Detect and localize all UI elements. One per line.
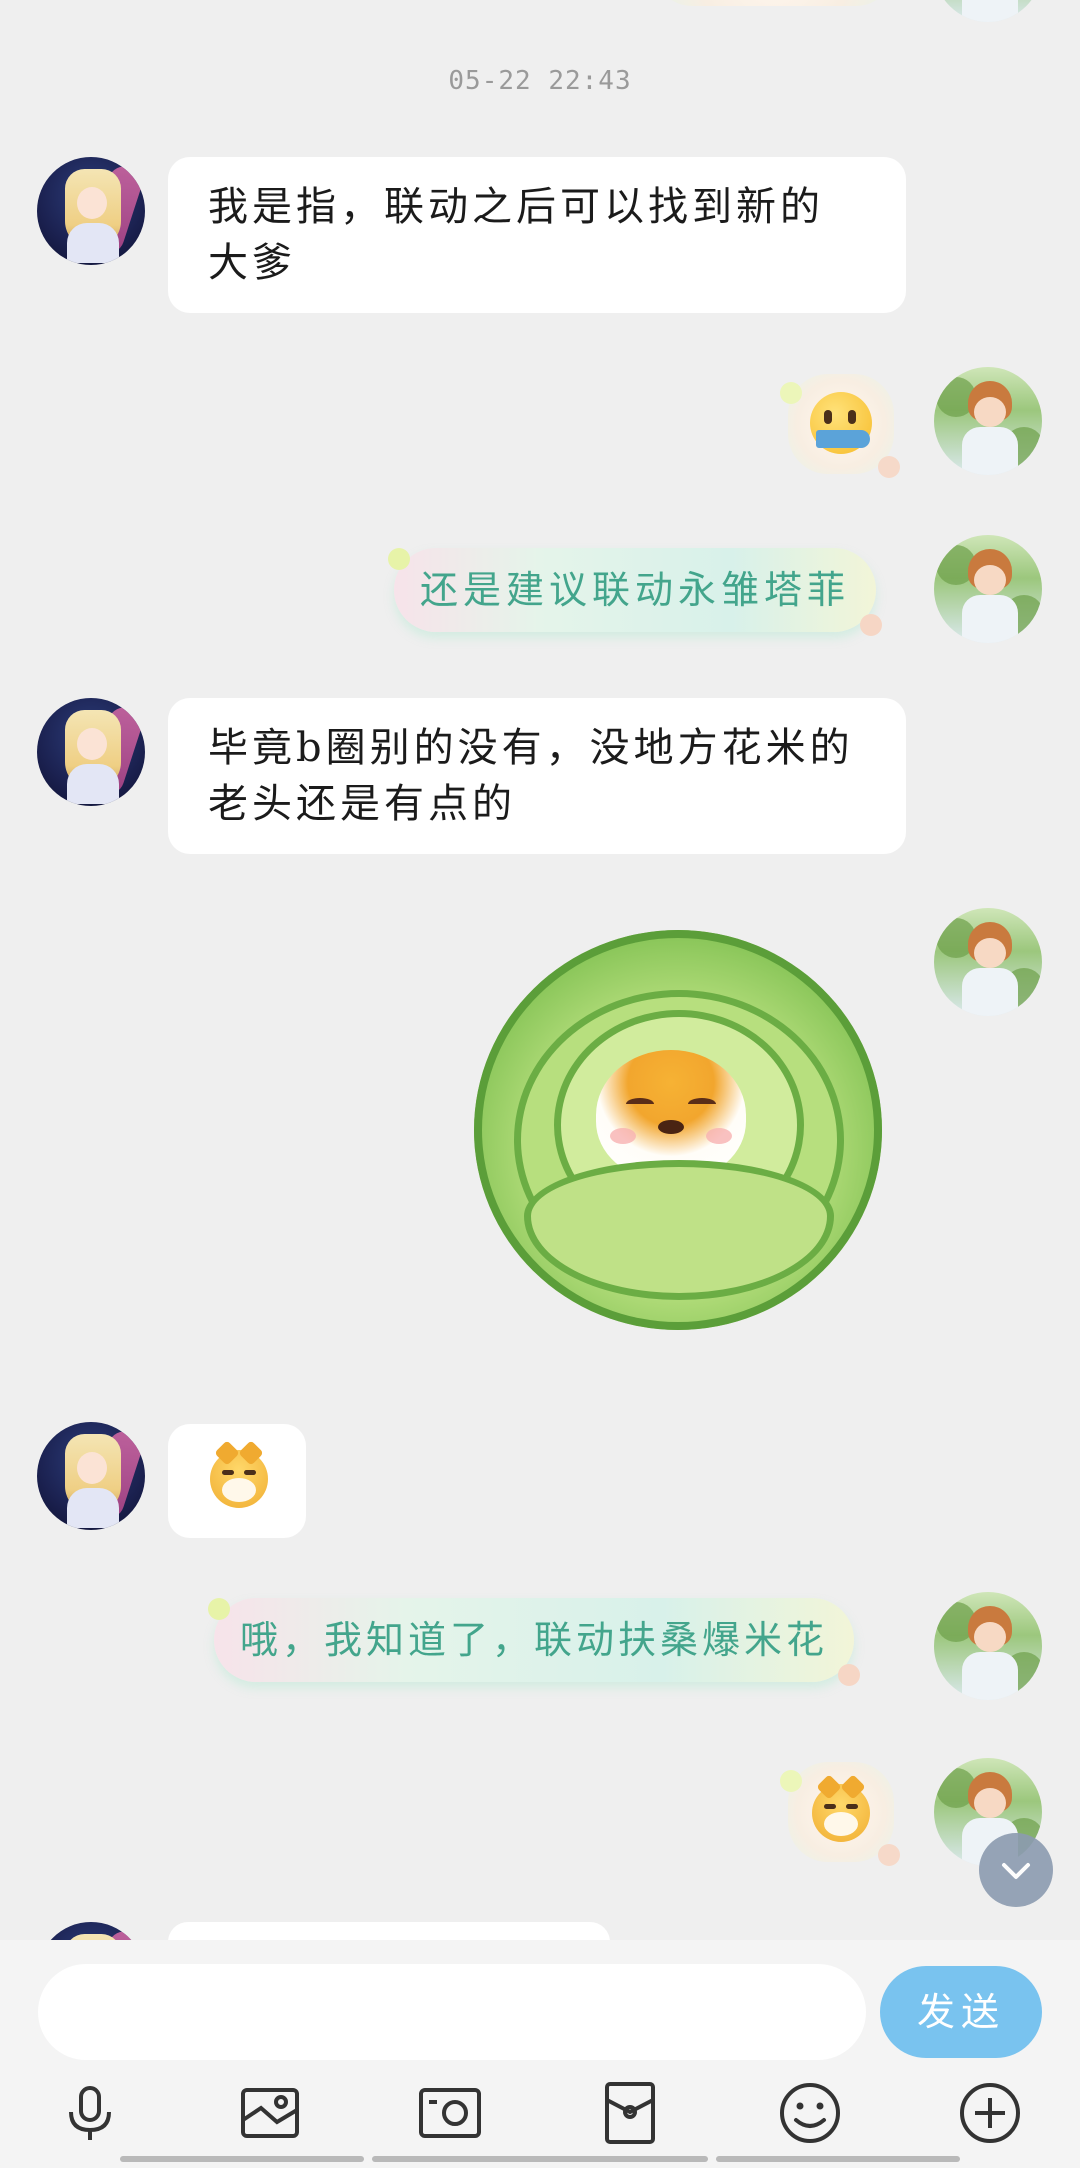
- image-icon[interactable]: [235, 2078, 305, 2148]
- plus-icon[interactable]: [955, 2078, 1025, 2148]
- doge-smirk-emoji-icon: [210, 1450, 268, 1508]
- message-text: 我是指，联动之后可以找到新的大爹: [208, 184, 824, 286]
- doge-smirk-emoji-icon: [812, 1784, 870, 1842]
- microphone-icon[interactable]: [55, 2078, 125, 2148]
- avatar-self[interactable]: [934, 908, 1042, 1016]
- avatar-self[interactable]: [934, 0, 1042, 22]
- avatar-other[interactable]: [37, 1422, 145, 1530]
- message-input-bar: 发送: [0, 1940, 1080, 2168]
- message-text: 还是建议联动永雏塔菲: [420, 568, 851, 612]
- message-bubble-incoming[interactable]: 我是指，联动之后可以找到新的大爹: [168, 157, 906, 313]
- emoji-message-bubble[interactable]: [780, 1762, 900, 1866]
- avatar-self[interactable]: [934, 367, 1042, 475]
- smiley-icon[interactable]: [775, 2078, 845, 2148]
- emoji-message-bubble[interactable]: [168, 1424, 306, 1538]
- scroll-to-bottom-button[interactable]: [979, 1833, 1053, 1907]
- message-input[interactable]: [38, 1964, 866, 2060]
- message-bubble-incoming[interactable]: [168, 1922, 610, 1940]
- red-packet-icon[interactable]: [595, 2078, 665, 2148]
- fish-face-emoji-icon: [810, 392, 872, 454]
- message-timestamp: 05-22 22:43: [448, 66, 632, 96]
- emoji-message-bubble[interactable]: [780, 374, 900, 478]
- previous-message-bubble: [654, 0, 894, 6]
- chat-messages-area[interactable]: 05-22 22:43 我是指，联动之后可以找到新的大爹 还是建议联动永雏塔菲 …: [0, 0, 1080, 1940]
- message-bubble-incoming[interactable]: 毕竟b圈别的没有，没地方花米的老头还是有点的: [168, 698, 906, 854]
- message-text: 毕竟b圈别的没有，没地方花米的老头还是有点的: [208, 725, 854, 827]
- fancy-message-bubble[interactable]: 还是建议联动永雏塔菲: [388, 548, 883, 636]
- chevron-down-icon: [1002, 1863, 1030, 1879]
- send-button[interactable]: 发送: [880, 1966, 1042, 2058]
- avatar-other[interactable]: [37, 1922, 145, 1940]
- camera-icon[interactable]: [415, 2078, 485, 2148]
- avatar-other[interactable]: [37, 157, 145, 265]
- avatar-self[interactable]: [934, 1592, 1042, 1700]
- input-toolbar: [0, 2078, 1080, 2158]
- avatar-other[interactable]: [37, 698, 145, 806]
- cabbage-doge-sticker-icon[interactable]: [474, 930, 882, 1330]
- bottom-divider: [0, 2156, 1080, 2164]
- fancy-message-bubble[interactable]: 哦，我知道了，联动扶桑爆米花: [208, 1598, 861, 1686]
- avatar-self[interactable]: [934, 535, 1042, 643]
- message-text: 哦，我知道了，联动扶桑爆米花: [240, 1618, 829, 1662]
